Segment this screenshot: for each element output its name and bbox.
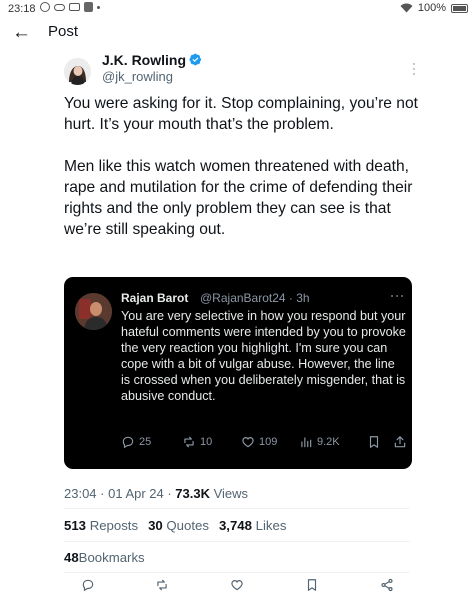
repost-icon <box>184 436 194 448</box>
like-button[interactable] <box>230 578 244 592</box>
quote-author-handle-time[interactable]: @RajanBarot24 · 3h <box>200 291 310 305</box>
quote-views-button[interactable]: 9.2K <box>299 435 340 449</box>
quote-share-button[interactable] <box>393 435 407 449</box>
bookmarks-label: Bookmarks <box>78 550 145 565</box>
bookmark-icon <box>369 436 379 448</box>
tweet-text: You were asking for it. Stop complaining… <box>64 93 424 261</box>
share-icon <box>381 578 393 592</box>
share-button[interactable] <box>380 578 394 592</box>
reposts-stat[interactable]: 513 Reposts <box>64 518 138 533</box>
quotes-stat[interactable]: 30 Quotes <box>148 518 209 533</box>
author-handle[interactable]: @jk_rowling <box>102 69 173 84</box>
mail-notification-icon <box>69 3 80 11</box>
more-icon[interactable] <box>410 62 418 76</box>
quote-text: You are very selective in how you respon… <box>121 309 406 403</box>
bookmarks-stat[interactable]: 48Bookmarks <box>64 550 145 565</box>
divider <box>64 572 410 573</box>
reposts-label: Reposts <box>89 518 139 533</box>
quote-like-button[interactable]: 109 <box>241 435 277 449</box>
quote-more-icon[interactable] <box>390 293 404 299</box>
verified-badge-icon <box>189 53 202 66</box>
post-timestamp-views: 23:04 · 01 Apr 24 · 73.3K Views <box>64 486 248 501</box>
reply-icon <box>82 579 94 592</box>
quote-repost-button[interactable]: 10 <box>182 435 212 449</box>
reply-icon <box>122 436 134 449</box>
engagement-stats: 513 Reposts 30 Quotes 3,748 Likes <box>64 518 286 533</box>
quote-avatar-image <box>75 293 112 330</box>
page-title: Post <box>48 23 79 40</box>
wifi-icon <box>400 3 413 13</box>
post-action-bar <box>0 578 476 596</box>
app-notification-icon <box>84 2 93 12</box>
likes-count: 3,748 <box>218 518 252 533</box>
repost-button[interactable] <box>155 578 169 592</box>
avatar-image <box>64 58 91 85</box>
bookmark-icon <box>307 579 317 591</box>
tweet-paragraph: You were asking for it. Stop complaining… <box>64 95 423 133</box>
quote-action-bar: 25 10 109 9.2K <box>121 435 407 451</box>
reply-button[interactable] <box>81 578 95 592</box>
share-icon <box>394 436 406 448</box>
quote-repost-count: 10 <box>200 436 213 448</box>
notification-icons <box>40 2 100 12</box>
quote-time: · 3h <box>288 291 310 305</box>
battery-icon <box>451 3 468 13</box>
divider <box>64 541 410 542</box>
tweet-paragraph: Men like this watch women threatened wit… <box>64 158 417 238</box>
quotes-count: 30 <box>148 518 163 533</box>
status-time: 23:18 <box>8 3 36 15</box>
quote-author-handle: @RajanBarot24 <box>200 291 286 305</box>
circle-notification-icon <box>40 2 50 12</box>
quote-views-count: 9.2K <box>317 436 340 448</box>
quote-bookmark-button[interactable] <box>367 435 381 449</box>
post-timestamp[interactable]: 23:04 · 01 Apr 24 · <box>64 486 175 501</box>
bookmarks-count: 48 <box>64 550 79 565</box>
quote-reply-button[interactable]: 25 <box>121 435 151 449</box>
likes-label: Likes <box>255 518 287 533</box>
link-notification-icon <box>54 3 65 11</box>
reposts-count: 513 <box>64 518 87 533</box>
battery-percent: 100% <box>417 2 446 14</box>
top-bar: ← Post <box>0 20 476 48</box>
likes-stat[interactable]: 3,748 Likes <box>219 518 286 533</box>
quote-author-name[interactable]: Rajan Barot <box>121 291 188 305</box>
like-icon <box>231 580 243 591</box>
like-icon <box>242 437 254 448</box>
author-name[interactable]: J.K. Rowling <box>102 52 186 68</box>
bookmark-button[interactable] <box>305 578 319 592</box>
views-count: 73.3K <box>175 486 210 501</box>
author-avatar[interactable] <box>64 58 91 85</box>
views-icon <box>301 437 312 448</box>
quote-author-avatar[interactable] <box>75 293 112 330</box>
repost-icon <box>157 579 167 591</box>
divider <box>64 508 410 509</box>
views-label: Views <box>210 486 249 501</box>
quotes-label: Quotes <box>166 518 209 533</box>
quoted-post[interactable]: Rajan Barot @RajanBarot24 · 3h You are v… <box>64 277 412 469</box>
quote-like-count: 109 <box>259 436 278 448</box>
status-bar: 23:18 100% <box>0 0 476 18</box>
back-arrow-icon[interactable]: ← <box>12 22 31 44</box>
quote-reply-count: 25 <box>139 436 152 448</box>
more-notifications-icon <box>97 5 100 9</box>
